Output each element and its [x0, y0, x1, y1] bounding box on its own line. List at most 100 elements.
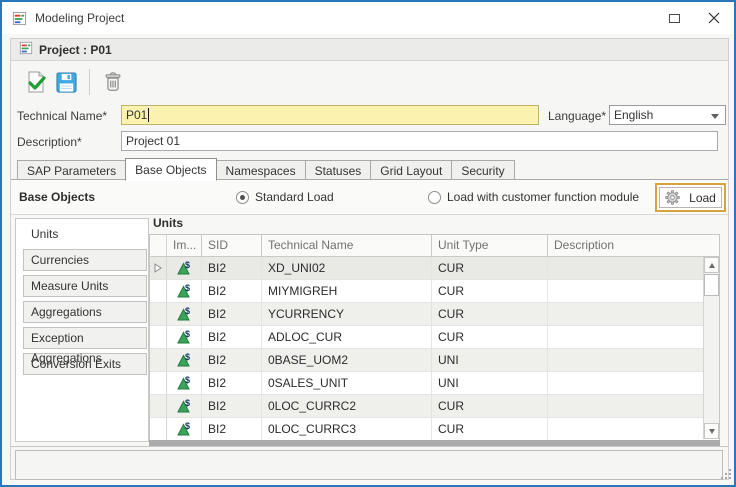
- maximize-button[interactable]: [654, 2, 694, 34]
- unit-currency-icon: $: [176, 260, 192, 276]
- row-selector-cell: [150, 372, 167, 394]
- column-header-im[interactable]: Im...: [167, 235, 202, 256]
- grid-bottom-strip: [149, 440, 720, 446]
- vertical-scrollbar: [703, 257, 719, 439]
- sidebar-item-currencies[interactable]: Currencies: [23, 249, 147, 271]
- tab-grid-layout[interactable]: Grid Layout: [370, 160, 452, 180]
- table-row[interactable]: $ BI20BASE_UOM2UNI: [150, 349, 719, 372]
- technical-name-cell: MIYMIGREH: [262, 280, 432, 302]
- row-selector-header: [150, 235, 167, 256]
- svg-text:$: $: [185, 283, 190, 293]
- load-button[interactable]: Load: [659, 187, 722, 208]
- table-row[interactable]: $ BI2XD_UNI02CUR: [150, 257, 719, 280]
- description-cell: [548, 257, 704, 279]
- modeling-project-dialog: Modeling Project Project : P01: [0, 0, 736, 487]
- load-button-label: Load: [689, 191, 716, 205]
- validate-button[interactable]: [21, 67, 51, 97]
- tab-statuses[interactable]: Statuses: [305, 160, 372, 180]
- table-row[interactable]: $ BI20LOC_CURRC2CUR: [150, 395, 719, 418]
- svg-text:$: $: [185, 329, 190, 339]
- svg-text:$: $: [185, 375, 190, 385]
- table-row[interactable]: $ BI20SALES_UNITUNI: [150, 372, 719, 395]
- sidebar-item-measure-units[interactable]: Measure Units: [23, 275, 147, 297]
- technical-name-label: Technical Name*: [17, 105, 107, 127]
- resize-grip[interactable]: [721, 469, 732, 483]
- scroll-down-button[interactable]: [704, 423, 719, 439]
- tab-base-objects[interactable]: Base Objects: [125, 158, 216, 181]
- text-caret: [148, 108, 149, 122]
- units-grid: Im...SIDTechnical NameUnit TypeDescripti…: [149, 234, 720, 440]
- tab-strip: SAP ParametersBase ObjectsNamespacesStat…: [17, 157, 514, 180]
- sidebar-item-aggregations[interactable]: Aggregations: [23, 301, 147, 323]
- sid-cell: BI2: [202, 372, 262, 394]
- modeling-project-icon: [12, 11, 27, 26]
- image-cell: $: [167, 326, 202, 348]
- delete-button[interactable]: [98, 67, 128, 97]
- svg-text:$: $: [185, 306, 190, 316]
- close-button[interactable]: [694, 2, 734, 34]
- tab-security[interactable]: Security: [451, 160, 514, 180]
- table-row[interactable]: $ BI2MIYMIGREHCUR: [150, 280, 719, 303]
- close-icon: [708, 12, 720, 24]
- trash-icon: [102, 71, 124, 93]
- image-cell: $: [167, 395, 202, 417]
- arrow-up-icon: [709, 263, 715, 268]
- svg-text:$: $: [185, 352, 190, 362]
- project-header-title: Project : P01: [39, 43, 112, 57]
- radio-standard-load[interactable]: Standard Load: [236, 190, 334, 204]
- unit-currency-icon: $: [176, 398, 192, 414]
- resize-grip-icon: [721, 469, 732, 480]
- save-icon: [55, 71, 78, 94]
- column-header-sid[interactable]: SID: [202, 235, 262, 256]
- row-selector-cell: [150, 257, 167, 279]
- table-row[interactable]: $ BI2ADLOC_CURCUR: [150, 326, 719, 349]
- scrollbar-thumb[interactable]: [704, 274, 719, 296]
- row-selector-cell: [150, 349, 167, 371]
- sidebar-item-units[interactable]: Units: [17, 223, 147, 245]
- radio-customer-function-load[interactable]: Load with customer function module: [428, 190, 639, 204]
- unit-type-cell: CUR: [432, 326, 548, 348]
- image-cell: $: [167, 372, 202, 394]
- row-selector-cell: [150, 326, 167, 348]
- sid-cell: BI2: [202, 326, 262, 348]
- sidebar-item-exception-aggregations[interactable]: Exception Aggregations: [23, 327, 147, 349]
- technical-name-value: P01: [126, 108, 147, 122]
- column-header-technical-name[interactable]: Technical Name: [262, 235, 432, 256]
- row-selector-cell: [150, 280, 167, 302]
- sid-cell: BI2: [202, 395, 262, 417]
- tab-namespaces[interactable]: Namespaces: [216, 160, 306, 180]
- load-button-highlight: Load: [655, 183, 726, 212]
- tab-sap-parameters[interactable]: SAP Parameters: [17, 160, 126, 180]
- scroll-up-button[interactable]: [704, 257, 719, 273]
- current-row-arrow-icon: [154, 263, 162, 273]
- toolbar: [11, 63, 728, 101]
- technical-name-input[interactable]: P01: [121, 105, 539, 125]
- technical-name-cell: 0LOC_CURRC2: [262, 395, 432, 417]
- column-header-description[interactable]: Description: [548, 235, 704, 256]
- toolbar-separator: [89, 69, 90, 95]
- language-value: English: [614, 108, 653, 122]
- status-box: [15, 450, 723, 480]
- description-cell: [548, 326, 704, 348]
- radio-standard-load-label: Standard Load: [255, 190, 334, 204]
- description-input[interactable]: Project 01: [121, 131, 718, 151]
- technical-name-cell: XD_UNI02: [262, 257, 432, 279]
- arrow-down-icon: [709, 429, 715, 434]
- language-select[interactable]: English: [609, 105, 726, 125]
- project-icon: [19, 41, 33, 58]
- unit-type-cell: UNI: [432, 349, 548, 371]
- table-row[interactable]: $ BI2YCURRENCYCUR: [150, 303, 719, 326]
- grid-title: Units: [153, 216, 183, 230]
- sidebar-item-conversion-exits[interactable]: Conversion Exits: [23, 353, 147, 375]
- base-objects-nav: Units Currencies Measure Units Aggregations…: [15, 218, 149, 442]
- column-header-unit-type[interactable]: Unit Type: [432, 235, 548, 256]
- unit-type-cell: CUR: [432, 395, 548, 417]
- row-selector-cell: [150, 303, 167, 325]
- unit-currency-icon: $: [176, 352, 192, 368]
- save-button[interactable]: [51, 67, 81, 97]
- unit-type-cell: CUR: [432, 280, 548, 302]
- table-row[interactable]: $ BI20LOC_CURRC3CUR: [150, 418, 719, 441]
- base-objects-section-header: Base Objects Standard Load Load with cus…: [11, 180, 728, 215]
- unit-currency-icon: $: [176, 375, 192, 391]
- technical-name-cell: ADLOC_CUR: [262, 326, 432, 348]
